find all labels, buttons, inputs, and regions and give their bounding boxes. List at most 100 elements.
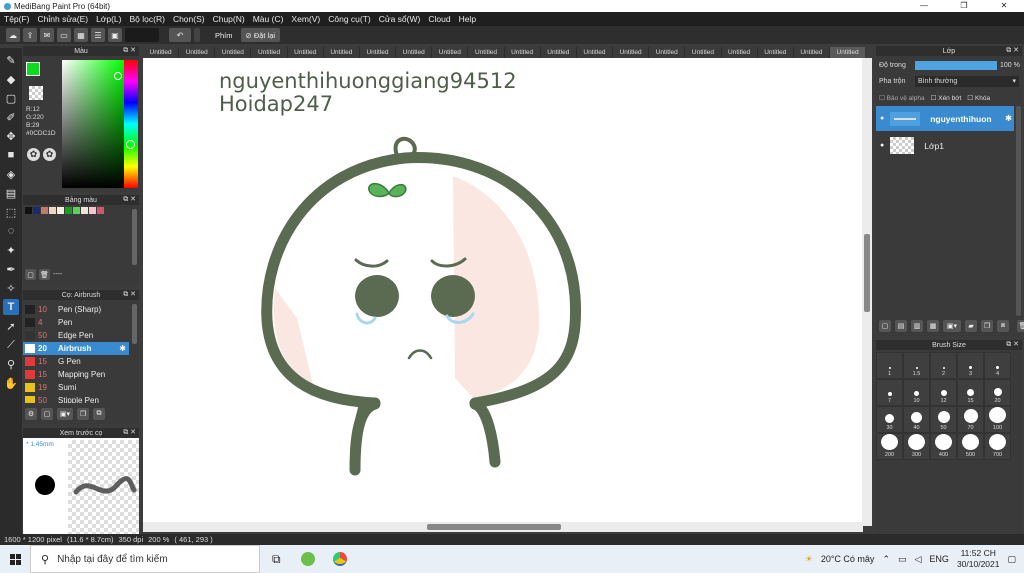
- notification-icon[interactable]: ▢: [1007, 554, 1016, 565]
- brush-size-cell[interactable]: 500: [957, 433, 984, 460]
- hand-tool-icon[interactable]: ✋: [3, 375, 19, 391]
- layer-visibility-icon[interactable]: ●: [880, 115, 884, 122]
- brush-tool-icon[interactable]: ✎: [3, 52, 19, 68]
- chat-icon[interactable]: ▭: [57, 28, 71, 42]
- start-button[interactable]: [0, 545, 30, 573]
- brush-item[interactable]: 10 Pen (Sharp): [23, 303, 129, 316]
- document-tab[interactable]: Untitled: [613, 47, 649, 58]
- menu-window[interactable]: Cửa sổ(W): [379, 14, 421, 24]
- input-language[interactable]: ENG: [929, 554, 949, 564]
- comment-icon[interactable]: ✉: [40, 28, 54, 42]
- dark-panel-icon[interactable]: [125, 28, 159, 42]
- new-layer-icon[interactable]: ▢: [879, 320, 891, 332]
- menu-tools[interactable]: Công cụ(T): [328, 14, 371, 24]
- clipping-checkbox[interactable]: ☐ Xén bớt: [931, 94, 962, 102]
- opacity-slider[interactable]: [915, 61, 997, 70]
- menu-select[interactable]: Chọn(S): [173, 14, 205, 24]
- document-tab[interactable]: Untitled: [504, 47, 540, 58]
- select-pen-tool-icon[interactable]: ✒: [3, 261, 19, 277]
- brush-size-cell[interactable]: 10: [903, 379, 930, 406]
- brush-size-cell[interactable]: 15: [957, 379, 984, 406]
- document-tab[interactable]: Untitled: [540, 47, 576, 58]
- document-tab[interactable]: Untitled: [396, 47, 432, 58]
- rectangle-tool-icon[interactable]: ▢: [3, 90, 19, 106]
- menu-snap[interactable]: Chụp(N): [213, 14, 245, 24]
- palette-swatch[interactable]: [97, 207, 104, 214]
- eyedropper-tool-icon[interactable]: ⚲: [3, 356, 19, 372]
- close-window-button[interactable]: ✕: [984, 0, 1024, 12]
- redo-icon[interactable]: [194, 28, 200, 42]
- eraser-tool-icon[interactable]: ◆: [3, 71, 19, 87]
- palette-swatch[interactable]: [73, 207, 80, 214]
- palette-swatch[interactable]: [25, 207, 32, 214]
- clock[interactable]: 11:52 CH 30/10/2021: [957, 548, 1000, 570]
- brush-size-cell[interactable]: 300: [903, 433, 930, 460]
- document-tab[interactable]: Untitled: [468, 47, 504, 58]
- sv-picker-handle[interactable]: [114, 72, 122, 80]
- palette-swatch[interactable]: [89, 207, 96, 214]
- protect-alpha-checkbox[interactable]: ☐ Bảo vệ alpha: [879, 94, 925, 102]
- horizontal-scroll-thumb[interactable]: [427, 524, 561, 530]
- brush-size-cell[interactable]: 700: [984, 433, 1011, 460]
- lasso-tool-icon[interactable]: ◌: [3, 223, 19, 239]
- brush-size-cell[interactable]: 30: [876, 406, 903, 433]
- menu-layer[interactable]: Lớp(L): [96, 14, 121, 24]
- minimize-button[interactable]: —: [904, 0, 944, 12]
- duplicate-layer-icon[interactable]: ❐: [981, 320, 993, 332]
- upload-icon[interactable]: ⇪: [23, 28, 37, 42]
- maximize-button[interactable]: ❐: [944, 0, 984, 12]
- new-halftone-layer-icon[interactable]: ▤: [895, 320, 907, 332]
- delete-palette-icon[interactable]: 🗑: [39, 269, 50, 280]
- menu-view[interactable]: Xem(V): [291, 14, 320, 24]
- brush-size-cell[interactable]: 400: [930, 433, 957, 460]
- select-eraser-tool-icon[interactable]: ✧: [3, 280, 19, 296]
- menu-edit[interactable]: Chỉnh sửa(E): [38, 14, 89, 24]
- layer-row-text[interactable]: ● nguyenthihuon ✱: [876, 106, 1014, 131]
- document-tab[interactable]: Untitled: [179, 47, 215, 58]
- brush-size-cell[interactable]: 200: [876, 433, 903, 460]
- document-tab[interactable]: Untitled: [143, 47, 179, 58]
- new-brush-icon[interactable]: ▢: [41, 408, 53, 420]
- taskbar-search-box[interactable]: ⚲ Nhập tại đây để tìm kiếm: [30, 545, 260, 573]
- color-picker-button[interactable]: ✿: [43, 148, 56, 161]
- document-tab[interactable]: Untitled: [359, 47, 396, 58]
- select-tool-icon[interactable]: ⬚: [3, 204, 19, 220]
- layer-row-layer1[interactable]: ● Lớp1: [876, 133, 1014, 158]
- delete-layer-icon[interactable]: 🗑: [1017, 320, 1024, 332]
- palette-swatch[interactable]: [57, 207, 64, 214]
- brush-size-cell[interactable]: 40: [903, 406, 930, 433]
- undo-icon[interactable]: ↶: [169, 28, 191, 42]
- document-tab[interactable]: Untitled: [757, 47, 793, 58]
- document-tab[interactable]: Untitled: [215, 47, 251, 58]
- blend-mode-select[interactable]: Bình thường ▾: [915, 76, 1019, 87]
- brush-settings-icon[interactable]: ✱: [119, 344, 126, 353]
- color-wheel-button[interactable]: ✿: [27, 148, 40, 161]
- document-tab[interactable]: Untitled: [793, 47, 829, 58]
- panel-close-icon[interactable]: ⧉ ✕: [1006, 46, 1019, 55]
- fill-rect-tool-icon[interactable]: ■: [3, 147, 19, 163]
- document-tab[interactable]: Untitled: [576, 47, 613, 58]
- brush-size-cell[interactable]: 70: [957, 406, 984, 433]
- list-icon[interactable]: ☰: [91, 28, 105, 42]
- lock-checkbox[interactable]: ☐ Khóa: [967, 94, 990, 102]
- canvas-vertical-scrollbar[interactable]: [862, 58, 872, 526]
- chrome-icon[interactable]: [332, 552, 347, 566]
- background-color-swatch[interactable]: [29, 86, 43, 100]
- task-view-icon[interactable]: ⧉: [272, 552, 281, 567]
- move-tool-icon[interactable]: ✥: [3, 128, 19, 144]
- copy-brush-icon[interactable]: ❐: [77, 408, 89, 420]
- folder-icon[interactable]: ▰: [965, 320, 977, 332]
- duplicate-brush-icon[interactable]: ⧉: [93, 408, 105, 420]
- weather-text[interactable]: 20°C Có mây: [821, 554, 875, 564]
- merge-layer-icon[interactable]: ⧈: [997, 320, 1009, 332]
- brush-size-cell[interactable]: 7: [876, 379, 903, 406]
- hue-slider-handle[interactable]: [126, 140, 135, 149]
- brush-size-cell[interactable]: 50: [930, 406, 957, 433]
- brush-settings-icon[interactable]: ⚙: [25, 408, 37, 420]
- document-tab[interactable]: Untitled: [287, 47, 323, 58]
- document-tab[interactable]: Untitled: [432, 47, 468, 58]
- layer-settings-icon[interactable]: ✱: [1005, 113, 1012, 124]
- add-brush-icon[interactable]: ▣▾: [57, 408, 73, 420]
- bucket-tool-icon[interactable]: ◈: [3, 166, 19, 182]
- palette-scrollbar[interactable]: [132, 209, 137, 265]
